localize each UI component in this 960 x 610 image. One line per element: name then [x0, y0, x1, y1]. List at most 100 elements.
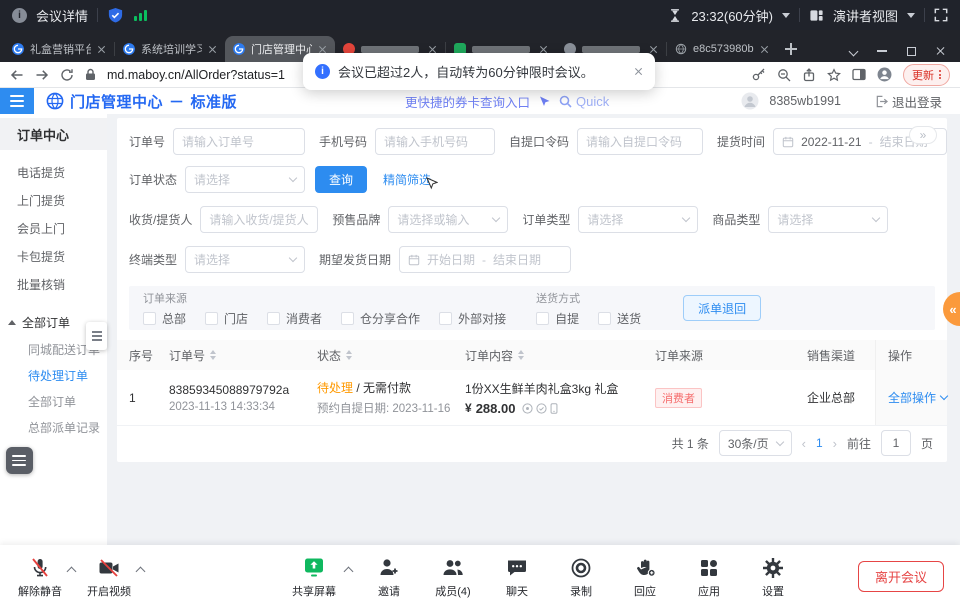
chevron-down-icon	[775, 437, 783, 445]
sort-icon[interactable]	[346, 350, 352, 360]
share-icon[interactable]	[802, 68, 816, 82]
tab-close-icon[interactable]	[97, 45, 106, 54]
quick-search-link[interactable]: Quick	[559, 94, 609, 109]
shield-check-icon[interactable]	[107, 7, 124, 24]
restore-icon[interactable]	[907, 47, 916, 56]
password-key-icon[interactable]	[752, 68, 766, 81]
sidebar-subitem-all-orders[interactable]: 全部订单	[0, 388, 107, 414]
reload-icon[interactable]	[60, 68, 74, 82]
expect-date-range[interactable]: 开始日期 - 结束日期	[399, 246, 571, 273]
start-video-button[interactable]: 开启视频	[77, 554, 141, 599]
forward-icon[interactable]	[35, 68, 49, 82]
minimize-icon[interactable]	[877, 50, 887, 51]
tab-title: 门店管理中心	[251, 41, 312, 57]
tab-close-icon[interactable]	[760, 45, 769, 54]
col-status[interactable]: 状态	[305, 347, 453, 364]
settings-button[interactable]: 设置	[744, 554, 802, 599]
all-actions-link[interactable]: 全部操作	[888, 389, 936, 406]
receiver-input[interactable]	[200, 206, 318, 233]
col-content[interactable]: 订单内容	[453, 347, 643, 364]
pickup-code-input[interactable]	[577, 128, 703, 155]
checkbox-delivery[interactable]: 送货	[598, 310, 641, 327]
presale-brand-select[interactable]: 请选择或输入	[388, 206, 508, 233]
browser-tab[interactable]: 礼盒营销平台管理中心	[4, 36, 114, 62]
address-bar[interactable]: md.maboy.cn/AllOrder?status=1	[107, 68, 285, 82]
goods-type-select[interactable]: 请选择	[768, 206, 888, 233]
record-button[interactable]: 录制	[552, 554, 610, 599]
order-type-select[interactable]: 请选择	[578, 206, 698, 233]
checkbox-external[interactable]: 外部对接	[439, 310, 506, 327]
chat-button[interactable]: 聊天	[488, 554, 546, 599]
tab-close-icon[interactable]	[649, 45, 658, 54]
sort-icon[interactable]	[210, 350, 216, 360]
share-screen-button[interactable]: 共享屏幕	[285, 554, 343, 599]
sidebar-item-phone-pickup[interactable]: 电话提货	[0, 158, 107, 186]
members-button[interactable]: 成员(4)	[424, 554, 482, 599]
fullscreen-icon[interactable]	[934, 8, 948, 22]
sidebar-item-card-pickup[interactable]: 卡包提货	[0, 242, 107, 270]
side-panel-icon[interactable]	[852, 68, 866, 81]
filter-collapse-button[interactable]: »	[909, 126, 937, 144]
goods-type-label: 商品类型	[712, 211, 760, 228]
new-tab-icon[interactable]	[785, 43, 797, 55]
browser-tab[interactable]: e8c573980b1328a258fd2e6f8	[667, 36, 777, 62]
logout-button[interactable]: 退出登录	[892, 92, 942, 111]
apps-button[interactable]: 应用	[680, 554, 738, 599]
profile-avatar-icon[interactable]	[877, 67, 892, 82]
back-icon[interactable]	[10, 68, 24, 82]
current-page[interactable]: 1	[816, 436, 823, 450]
checkbox-consumer[interactable]: 消费者	[267, 310, 322, 327]
pickup-time-label: 提货时间	[717, 133, 765, 150]
col-order-no[interactable]: 订单号	[157, 347, 305, 364]
meeting-task-list-button[interactable]	[6, 447, 33, 474]
phone-input[interactable]	[375, 128, 495, 155]
page-size-select[interactable]: 30条/页	[719, 430, 792, 456]
order-no-input[interactable]	[173, 128, 305, 155]
zoom-icon[interactable]	[777, 68, 791, 82]
share-options-caret[interactable]	[344, 567, 354, 577]
checkbox-hq[interactable]: 总部	[143, 310, 186, 327]
sidebar-subitem-pending-orders[interactable]: 待处理订单	[0, 362, 107, 388]
sidebar-collapse-handle[interactable]	[86, 322, 107, 350]
total-count: 共 1 条	[672, 435, 709, 452]
search-button[interactable]: 查询	[315, 166, 367, 193]
window-controls	[850, 46, 956, 62]
toast-close-icon[interactable]	[634, 67, 643, 76]
pickup-code-label: 自提口令码	[509, 133, 569, 150]
view-dropdown-icon[interactable]	[907, 13, 915, 18]
sidebar-item-batch-verify[interactable]: 批量核销	[0, 270, 107, 298]
invite-button[interactable]: 邀请	[360, 554, 418, 599]
tab-close-icon[interactable]	[208, 45, 217, 54]
leave-meeting-button[interactable]: 离开会议	[858, 561, 944, 592]
sidebar-subitem-hq-dispatch[interactable]: 总部派单记录	[0, 414, 107, 440]
lock-icon[interactable]	[85, 68, 96, 81]
apps-grid-icon	[697, 554, 721, 580]
prev-page-icon[interactable]: ‹	[802, 436, 806, 451]
reactions-button[interactable]: 回应	[616, 554, 674, 599]
goto-page-input[interactable]	[881, 430, 911, 456]
checkbox-store[interactable]: 门店	[205, 310, 248, 327]
sidebar-item-member-visit[interactable]: 会员上门	[0, 214, 107, 242]
order-status-select[interactable]: 请选择	[185, 166, 305, 193]
browser-update-button[interactable]: 更新	[903, 64, 950, 86]
meeting-details-label[interactable]: 会议详情	[36, 6, 88, 25]
browser-tab[interactable]: 系统培训学习	[115, 36, 225, 62]
dispatch-return-button[interactable]: 派单退回	[683, 295, 761, 321]
bookmark-star-icon[interactable]	[827, 68, 841, 82]
simple-filter-link[interactable]: 精简筛选	[383, 171, 431, 188]
coupon-query-link[interactable]: 更快捷的券卡查询入口	[405, 92, 530, 111]
tab-search-icon[interactable]	[849, 46, 859, 56]
sidebar-toggle-button[interactable]	[0, 88, 34, 114]
view-mode-label[interactable]: 演讲者视图	[833, 6, 898, 25]
next-page-icon[interactable]: ›	[833, 436, 837, 451]
checkbox-warehouse-coop[interactable]: 仓分享合作	[341, 310, 420, 327]
terminal-type-select[interactable]: 请选择	[185, 246, 305, 273]
close-window-icon[interactable]	[936, 46, 946, 56]
sort-icon[interactable]	[518, 350, 524, 360]
network-signal-icon[interactable]	[133, 8, 149, 22]
timer-dropdown-icon[interactable]	[782, 13, 790, 18]
app-logo-icon	[46, 92, 64, 110]
sidebar-item-door-pickup[interactable]: 上门提货	[0, 186, 107, 214]
unmute-button[interactable]: 解除静音	[8, 554, 72, 599]
checkbox-self-pickup[interactable]: 自提	[536, 310, 579, 327]
